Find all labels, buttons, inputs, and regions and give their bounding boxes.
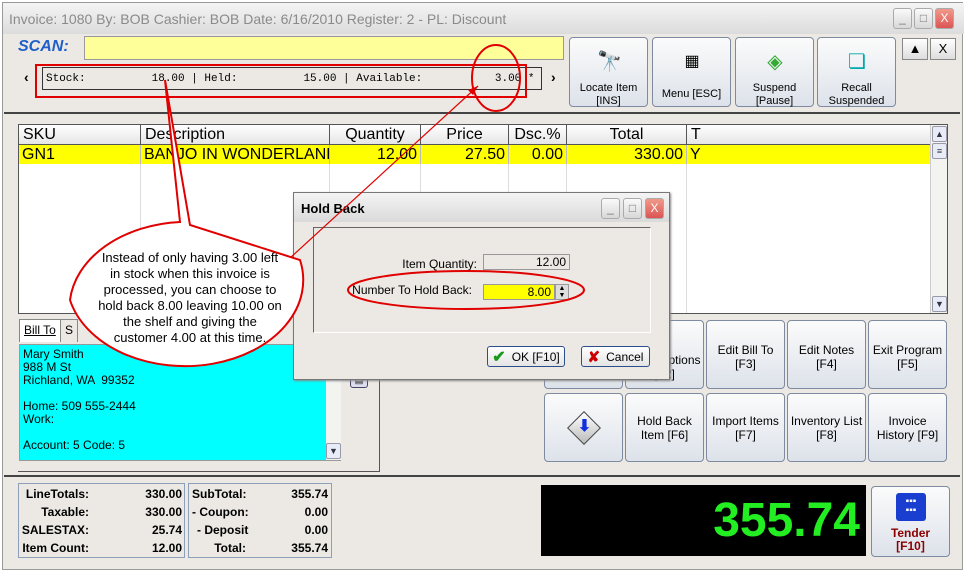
- column-header-price[interactable]: Price: [421, 125, 509, 145]
- coupon-label: - Coupon:: [192, 505, 249, 519]
- deposit-value: 0.00: [304, 523, 328, 537]
- minimize-button[interactable]: _: [893, 8, 912, 29]
- line-totals-box: LineTotals: 330.00 Taxable: 330.00 SALESTA…: [18, 483, 185, 558]
- cell-description[interactable]: BANJO IN WONDERLAND: [141, 145, 330, 164]
- item-count-value: 12.00: [151, 541, 182, 555]
- exit-program-button[interactable]: Exit Program [F5]: [868, 320, 947, 389]
- coupon-value: 0.00: [304, 505, 328, 519]
- column-header-sku[interactable]: SKU: [19, 125, 141, 145]
- scroll-down-icon[interactable]: ▼: [932, 296, 947, 312]
- tab-bill-to[interactable]: Bill To: [19, 319, 61, 342]
- hold-back-item-button[interactable]: Hold Back Item [F6]: [625, 393, 704, 462]
- cancel-button[interactable]: ✘ Cancel: [581, 346, 650, 367]
- cell-total[interactable]: 330.00: [567, 145, 687, 164]
- total-value: 355.74: [291, 541, 328, 555]
- window-title: Invoice: 1080 By: BOB Cashier: BOB Date:…: [9, 11, 507, 27]
- stock-prev-arrow[interactable]: ‹: [24, 69, 29, 85]
- column-header-t[interactable]: T: [687, 125, 931, 145]
- cell-quantity[interactable]: 12.00: [330, 145, 421, 164]
- cell-sku[interactable]: GN1: [19, 145, 141, 164]
- item-quantity-field: 12.00: [483, 254, 570, 270]
- close-panel-button[interactable]: X: [930, 38, 956, 60]
- dialog-maximize-button[interactable]: □: [623, 198, 642, 219]
- ok-button[interactable]: ✔ OK [F10]: [487, 346, 565, 367]
- suspend-label: Suspend [Pause]: [752, 82, 797, 107]
- salestax-value: 25.74: [151, 523, 182, 537]
- divider: [4, 475, 960, 477]
- hold-back-spinner[interactable]: ▲ ▼: [555, 284, 569, 300]
- taxable-label: Taxable:: [41, 505, 89, 519]
- scroll-down-button[interactable]: ⬇: [544, 393, 623, 462]
- edit-bill-to-button[interactable]: Edit Bill To [F3]: [706, 320, 785, 389]
- hold-back-dialog: Hold Back _ □ X Item Quantity: 12.00 Num…: [293, 192, 670, 380]
- recall-suspended-button[interactable]: ❏ Recall Suspended: [817, 37, 896, 107]
- subtotal-label: SubTotal:: [192, 487, 247, 501]
- column-header-discount[interactable]: Dsc.%: [509, 125, 567, 145]
- cell-discount[interactable]: 0.00: [509, 145, 567, 164]
- stock-info-bar: Stock: 18.00 | Held: 15.00 | Available: …: [42, 67, 542, 90]
- tab-ship-to[interactable]: S: [60, 319, 79, 342]
- import-items-button[interactable]: Import Items [F7]: [706, 393, 785, 462]
- hold-back-label: Number To Hold Back:: [352, 283, 472, 297]
- invoice-history-button[interactable]: Invoice History [F9]: [868, 393, 947, 462]
- locate-item-label: Locate Item [INS]: [579, 82, 638, 107]
- tender-key: [F10]: [896, 539, 925, 553]
- deposit-label: - Deposit: [197, 523, 249, 537]
- cell-price[interactable]: 27.50: [421, 145, 509, 164]
- subtotal-value: 355.74: [291, 487, 328, 501]
- line-totals-value: 330.00: [145, 487, 182, 501]
- total-label: Total:: [214, 541, 246, 555]
- hold-back-input[interactable]: 8.00: [483, 284, 555, 300]
- grid-scrollbar[interactable]: ▲ ≡ ▼: [930, 125, 947, 313]
- tender-button[interactable]: ▪▪▪ ▪▪▪ Tender [F10]: [871, 486, 950, 557]
- taxable-value: 330.00: [145, 505, 182, 519]
- cash-register-icon: ▪▪▪ ▪▪▪: [896, 493, 926, 521]
- suspend-icon: ◈: [767, 51, 783, 73]
- inventory-list-button[interactable]: Inventory List [F8]: [787, 393, 866, 462]
- down-arrow-icon: ⬇: [566, 410, 601, 445]
- scroll-up-icon[interactable]: ▲: [932, 126, 947, 142]
- column-header-total[interactable]: Total: [567, 125, 687, 145]
- maximize-button[interactable]: □: [914, 8, 933, 29]
- edit-notes-button[interactable]: Edit Notes [F4]: [787, 320, 866, 389]
- locate-item-button[interactable]: 🔭 Locate Item [INS]: [569, 37, 648, 107]
- x-icon: ✘: [587, 348, 601, 366]
- column-header-quantity[interactable]: Quantity: [330, 125, 421, 145]
- item-count-label: Item Count:: [22, 541, 89, 555]
- recall-icon: ❏: [848, 51, 866, 73]
- scan-input[interactable]: [84, 36, 564, 60]
- scan-label: SCAN:: [18, 38, 69, 55]
- cell-t[interactable]: Y: [687, 145, 931, 164]
- dialog-close-button[interactable]: X: [645, 198, 664, 219]
- dialog-panel: Item Quantity: 12.00 Number To Hold Back…: [313, 227, 651, 333]
- menu-button[interactable]: ▦ Menu [ESC]: [652, 37, 731, 107]
- divider: [4, 112, 960, 114]
- collapse-up-button[interactable]: ▲: [902, 38, 928, 60]
- grid-line: [686, 164, 687, 313]
- total-display: 355.74: [541, 485, 866, 556]
- scroll-down-icon[interactable]: ▼: [326, 443, 341, 459]
- item-quantity-label: Item Quantity:: [402, 257, 477, 271]
- dialog-minimize-button[interactable]: _: [601, 198, 620, 219]
- menu-grid-icon: ▦: [684, 53, 700, 70]
- recall-label: Recall Suspended: [828, 82, 885, 107]
- stock-next-arrow[interactable]: ›: [551, 69, 556, 85]
- callout-text: Instead of only having 3.00 left in stoc…: [98, 250, 282, 345]
- salestax-label: SALESTAX:: [21, 523, 89, 537]
- check-icon: ✔: [492, 348, 506, 366]
- suspend-button[interactable]: ◈ Suspend [Pause]: [735, 37, 814, 107]
- close-button[interactable]: X: [935, 8, 954, 29]
- binoculars-icon: 🔭: [597, 51, 622, 73]
- cancel-label: Cancel: [606, 349, 644, 364]
- menu-label: Menu [ESC]: [661, 88, 722, 100]
- subtotal-box: SubTotal: 355.74 - Coupon: 0.00 - Deposit 0…: [188, 483, 332, 558]
- line-totals-label: LineTotals:: [25, 487, 89, 501]
- scroll-thumb[interactable]: ≡: [932, 143, 947, 159]
- title-bar: Invoice: 1080 By: BOB Cashier: BOB Date:…: [3, 3, 964, 34]
- column-header-description[interactable]: Description: [141, 125, 330, 145]
- ok-label: OK [F10]: [511, 349, 560, 364]
